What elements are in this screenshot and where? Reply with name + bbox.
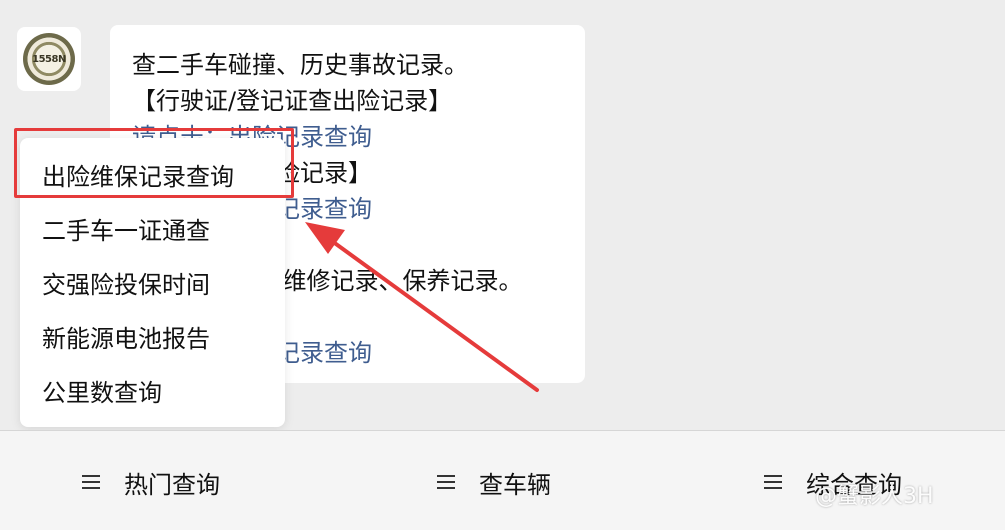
menu-item-battery-report[interactable]: 新能源电池报告 <box>20 312 285 366</box>
tab-label: 查车辆 <box>479 470 551 499</box>
menu-item-claims-maintenance[interactable]: 出险维保记录查询 <box>20 150 285 204</box>
watermark: @蟹影人3H <box>815 484 934 509</box>
avatar[interactable]: 1558N <box>17 27 81 91</box>
tab-vehicle-check[interactable]: 查车辆 <box>437 465 551 499</box>
menu-icon <box>437 474 455 490</box>
menu-icon <box>82 474 100 490</box>
menu-item-used-car-check[interactable]: 二手车一证通查 <box>20 204 285 258</box>
popup-menu: 出险维保记录查询 二手车一证通查 交强险投保时间 新能源电池报告 公里数查询 <box>20 138 285 427</box>
message-line: 查二手车碰撞、历史事故记录。 <box>132 51 468 79</box>
logo-icon: 1558N <box>23 33 75 85</box>
message-line: 【行驶证/登记证查出险记录】 <box>132 87 453 115</box>
menu-item-insurance-date[interactable]: 交强险投保时间 <box>20 258 285 312</box>
chat-area: 1558N 查二手车碰撞、历史事故记录。 【行驶证/登记证查出险记录】 请点击：… <box>0 0 1005 430</box>
menu-icon <box>764 474 782 490</box>
menu-item-mileage[interactable]: 公里数查询 <box>20 366 285 420</box>
tab-label: 热门查询 <box>124 470 220 499</box>
tab-hot-queries[interactable]: 热门查询 <box>82 465 220 499</box>
